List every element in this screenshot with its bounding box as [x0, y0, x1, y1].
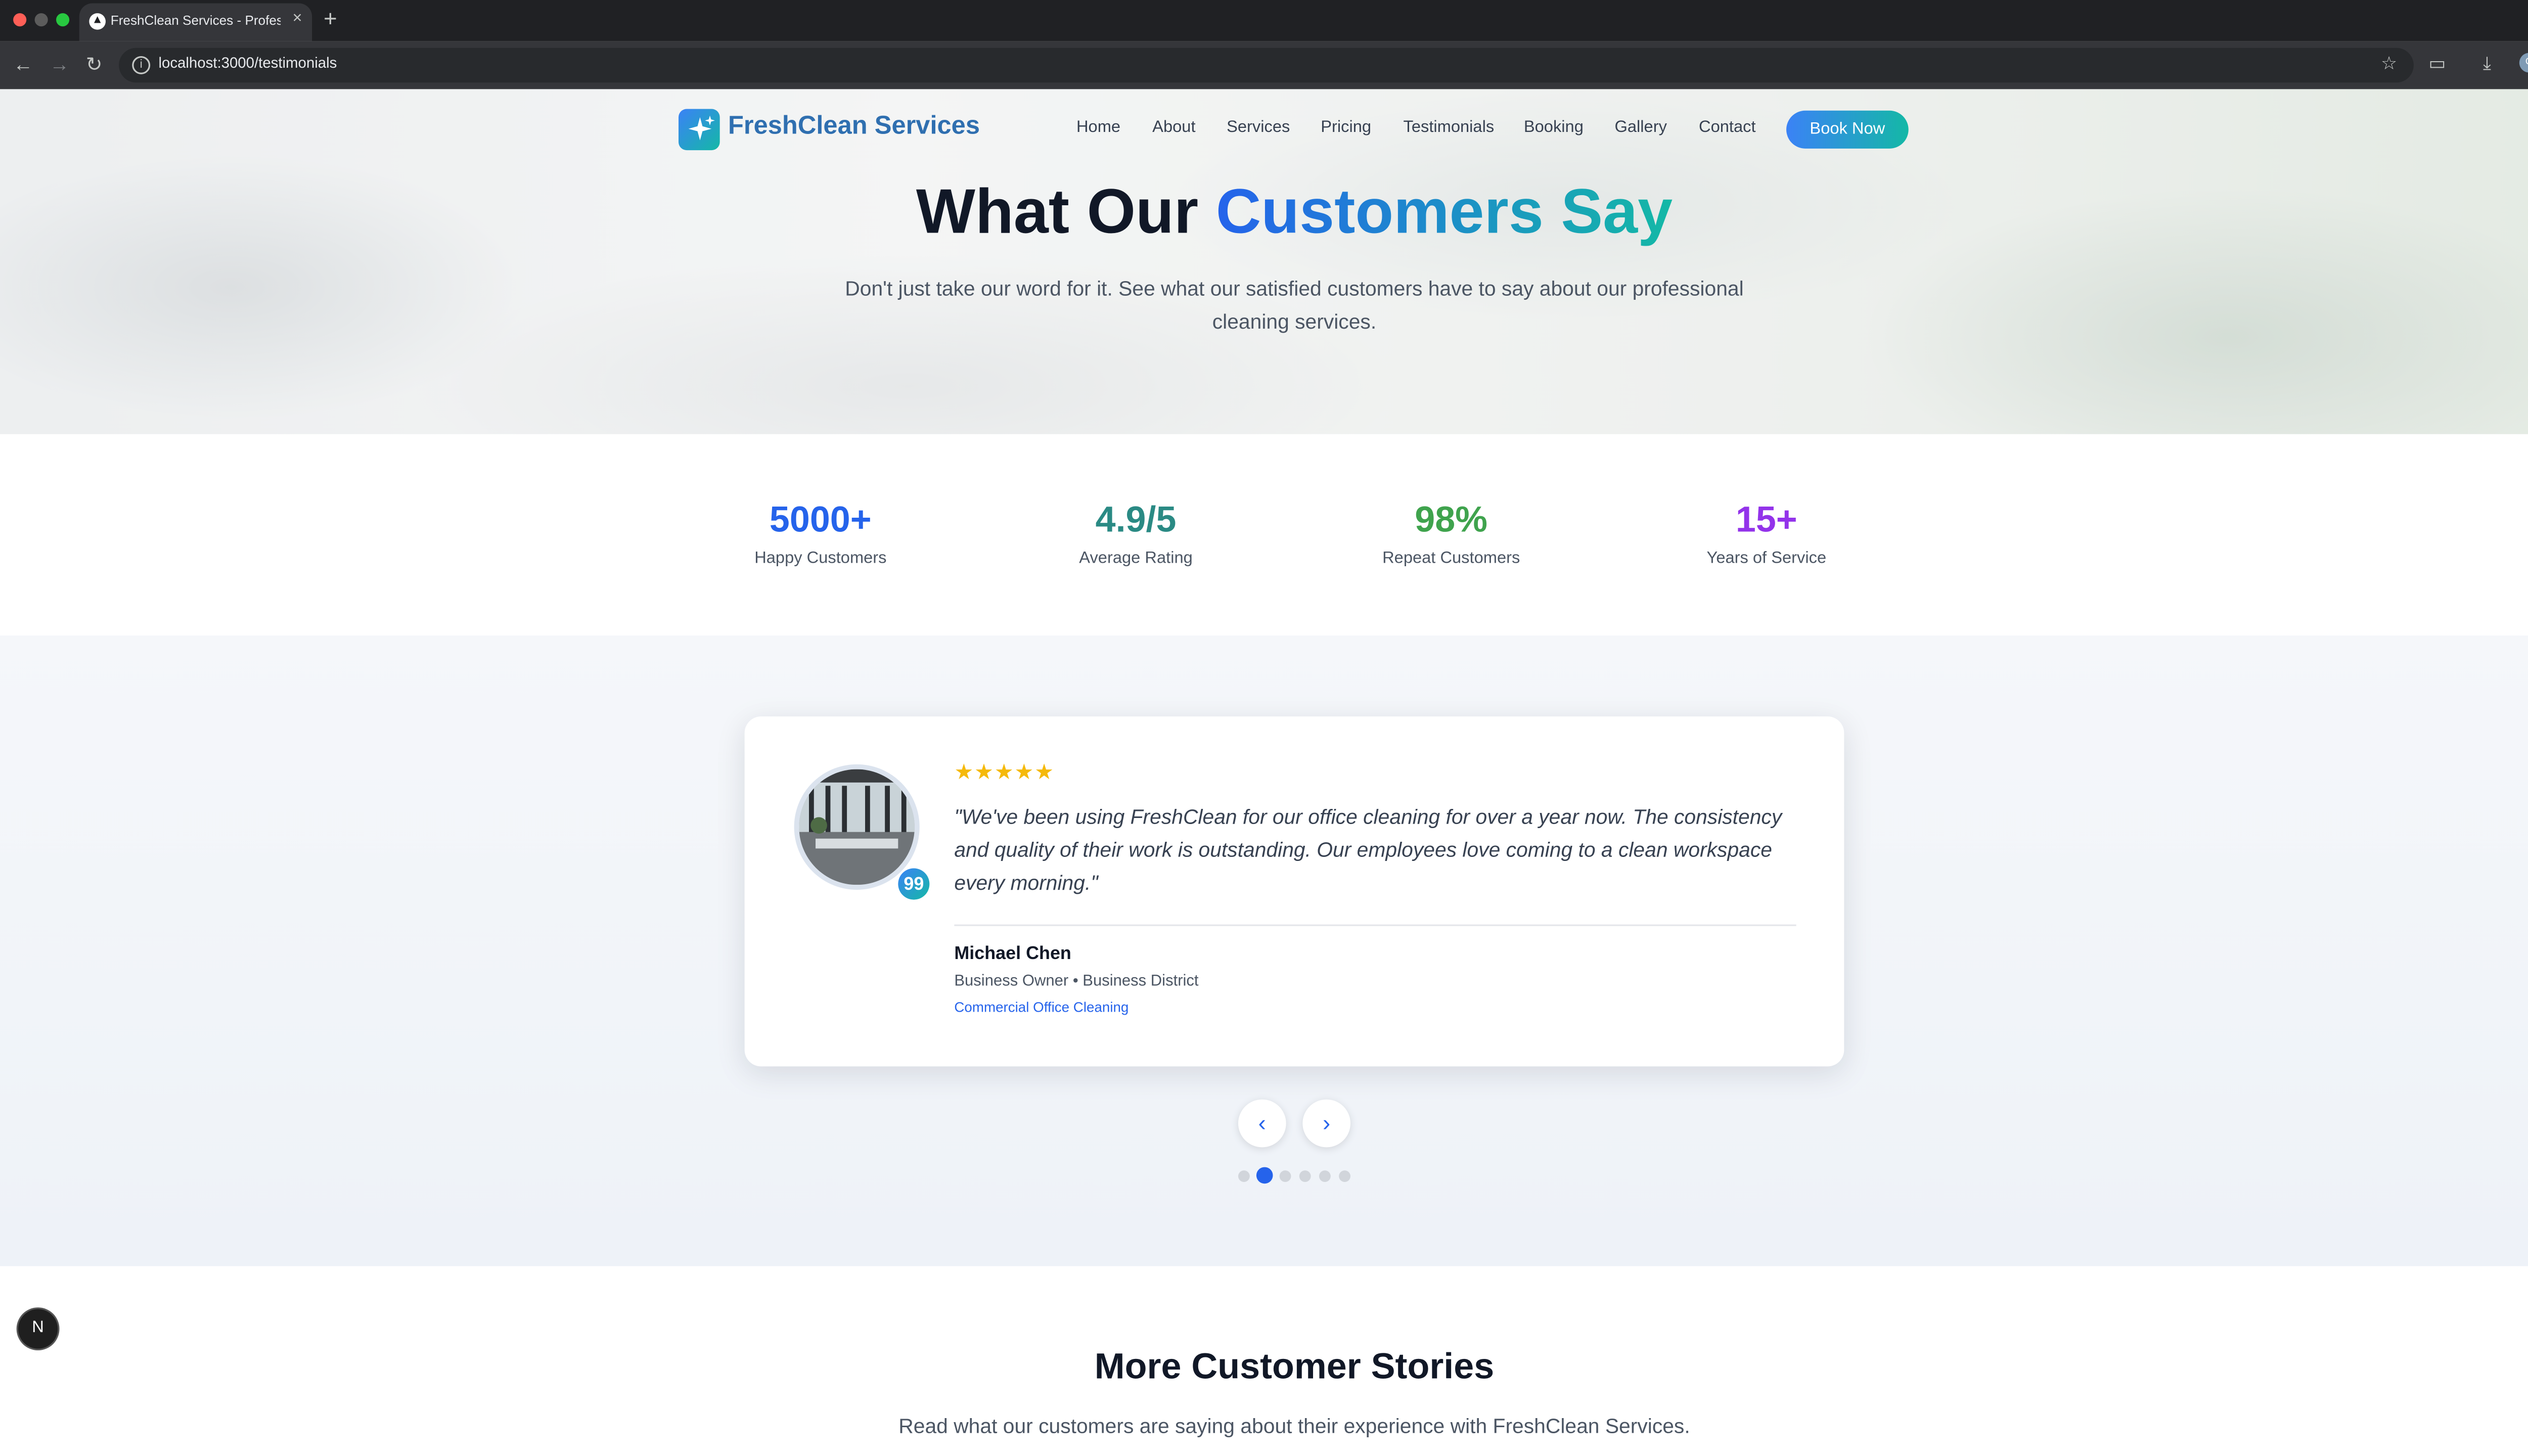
next-testimonial-button[interactable]: ›	[1302, 1099, 1351, 1148]
page-title-highlight: Customers Say	[1215, 178, 1673, 248]
maximize-window-button[interactable]	[56, 13, 70, 27]
carousel-dot-6[interactable]	[1339, 1170, 1351, 1182]
reload-icon[interactable]: ↻	[86, 53, 103, 76]
hero-section: FreshClean Services Home About Services …	[0, 89, 2528, 434]
divider	[954, 924, 1796, 926]
tab-favicon-icon: ▲	[89, 13, 106, 30]
carousel-dot-1[interactable]	[1238, 1170, 1250, 1182]
carousel-dot-2[interactable]	[1256, 1167, 1273, 1184]
page-subtitle: Don't just take our word for it. See wha…	[845, 277, 1744, 334]
chevron-right-icon: ›	[1323, 1109, 1331, 1136]
nav-link-testimonials[interactable]: Testimonials	[1404, 119, 1495, 137]
nav-link-gallery[interactable]: Gallery	[1614, 119, 1666, 137]
nav-link-pricing[interactable]: Pricing	[1321, 119, 1371, 137]
nav-link-booking[interactable]: Booking	[1524, 119, 1584, 137]
previous-testimonial-button[interactable]: ‹	[1238, 1099, 1286, 1148]
customer-role: Business Owner • Business District	[954, 972, 1199, 991]
stat-years-of-service: 15+ Years of Service	[1618, 497, 1915, 568]
testimonial-carousel-section: 99 ★★★★★ "We've been using FreshClean fo…	[0, 635, 2528, 1266]
bookmark-star-icon[interactable]: ☆	[2381, 53, 2397, 74]
nav-link-contact[interactable]: Contact	[1699, 119, 1756, 137]
tab-search-icon[interactable]: ▭	[2428, 53, 2446, 76]
tab-title: FreshClean Services - Profes	[110, 13, 281, 28]
nav-link-about[interactable]: About	[1152, 119, 1195, 137]
page-title: What Our Customers Say	[0, 178, 2528, 249]
page-title-plain: What Our	[916, 178, 1199, 248]
stat-label: Happy Customers	[754, 550, 887, 568]
browser-titlebar: ▲ FreshClean Services - Profes × +	[0, 0, 2528, 41]
profile-avatar[interactable]: G	[2519, 53, 2528, 73]
section-subtitle: Read what our customers are saying about…	[898, 1415, 1690, 1438]
brand-name[interactable]: FreshClean Services	[728, 112, 980, 142]
new-tab-button[interactable]: +	[324, 5, 337, 31]
chevron-left-icon: ‹	[1258, 1109, 1266, 1136]
more-stories-section: More Customer Stories Read what our cust…	[0, 1266, 2528, 1454]
customer-name: Michael Chen	[954, 944, 1071, 964]
address-bar[interactable]: i localhost:3000/testimonials ☆	[119, 48, 2414, 83]
minimize-window-button[interactable]	[34, 13, 48, 27]
customer-photo	[794, 764, 920, 890]
forward-arrow-icon[interactable]: →	[50, 53, 69, 76]
star-rating-icon: ★★★★★	[954, 759, 1055, 785]
stat-average-rating: 4.9/5 Average Rating	[987, 497, 1285, 568]
close-window-button[interactable]	[13, 13, 27, 27]
stat-label: Years of Service	[1706, 550, 1827, 568]
nav-link-services[interactable]: Services	[1227, 119, 1290, 137]
hero-background-image	[0, 89, 2528, 434]
site-info-icon[interactable]: i	[132, 56, 151, 74]
page: FreshClean Services Home About Services …	[0, 89, 2528, 1454]
stat-label: Average Rating	[1079, 550, 1193, 568]
stat-value: 98%	[1415, 498, 1488, 540]
nav-link-home[interactable]: Home	[1076, 119, 1120, 137]
book-now-button[interactable]: Book Now	[1786, 110, 1909, 149]
service-tag: Commercial Office Cleaning	[954, 998, 1129, 1016]
tab-close-icon[interactable]: ×	[292, 10, 302, 28]
stat-value: 5000+	[769, 498, 872, 540]
carousel-dot-3[interactable]	[1279, 1170, 1291, 1182]
section-title: More Customer Stories	[1094, 1345, 1495, 1387]
download-icon[interactable]: ⤓	[2483, 53, 2491, 76]
testimonial-quote: "We've been using FreshClean for our off…	[954, 805, 1782, 895]
testimonial-card: 99 ★★★★★ "We've been using FreshClean fo…	[744, 716, 1844, 1067]
logo-mark[interactable]	[679, 109, 720, 151]
browser-tab[interactable]: ▲ FreshClean Services - Profes ×	[79, 3, 312, 41]
carousel-dot-4[interactable]	[1299, 1170, 1311, 1182]
office-photo-image	[799, 769, 915, 885]
sparkle-icon	[688, 115, 715, 141]
stat-value: 15+	[1735, 498, 1797, 540]
stats-section: 5000+ Happy Customers 4.9/5 Average Rati…	[0, 434, 2528, 636]
quote-icon: 99	[898, 868, 930, 900]
stat-happy-customers: 5000+ Happy Customers	[672, 497, 969, 568]
stat-repeat-customers: 98% Repeat Customers	[1302, 497, 1600, 568]
stat-value: 4.9/5	[1095, 498, 1177, 540]
carousel-dot-5[interactable]	[1319, 1170, 1331, 1182]
url-text[interactable]: localhost:3000/testimonials	[158, 55, 337, 71]
stat-label: Repeat Customers	[1382, 550, 1520, 568]
back-arrow-icon[interactable]: ←	[13, 53, 33, 76]
browser-toolbar: ← → ↻ i localhost:3000/testimonials ☆ ▭ …	[0, 41, 2528, 89]
nextjs-dev-badge[interactable]: N	[18, 1309, 58, 1349]
